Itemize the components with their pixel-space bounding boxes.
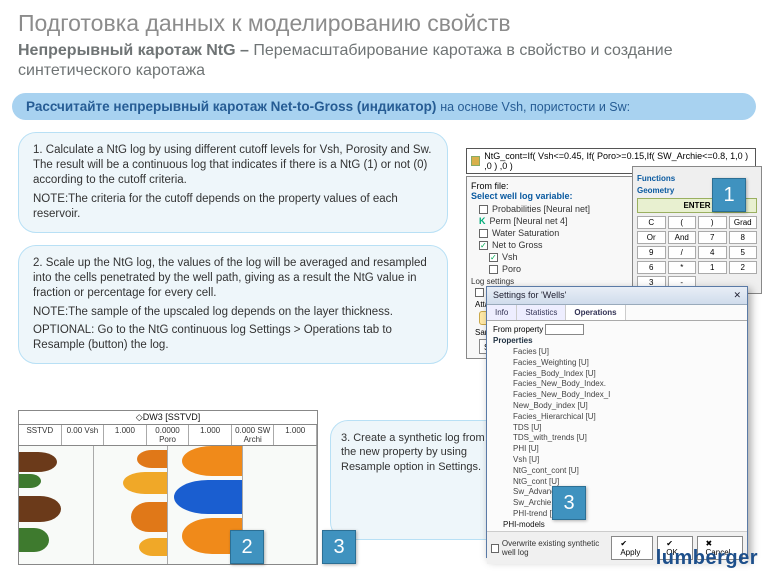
banner-strong: Рассчитайте непрерывный каротаж Net-to-G… <box>26 99 440 114</box>
checkbox-icon[interactable] <box>475 288 484 297</box>
checkbox-icon[interactable] <box>479 205 488 214</box>
page-subtitle: Непрерывный каротаж NtG – Перемасштабиро… <box>18 41 750 81</box>
calc-btn[interactable]: * <box>668 261 697 274</box>
checkbox-icon[interactable] <box>479 241 488 250</box>
calc-btn[interactable]: 8 <box>729 231 758 244</box>
property-tree[interactable]: Facies [U] Facies_Weighting [U] Facies_B… <box>493 347 741 531</box>
instruction-banner: Рассчитайте непрерывный каротаж Net-to-G… <box>12 93 756 120</box>
marker-3a: 3 <box>322 530 356 564</box>
tree-item[interactable]: Sw_Advanced [U] <box>493 487 741 498</box>
log-settings-label: Log settings <box>471 277 637 286</box>
tree-item[interactable]: TDS [U] <box>493 423 741 434</box>
marker-1: 1 <box>712 178 746 212</box>
log-head: ◇DW3 [SSTVD] <box>19 411 317 425</box>
log-row[interactable]: Poro <box>471 263 637 275</box>
calc-btn[interactable]: 6 <box>637 261 666 274</box>
tree-item[interactable]: Facies_Body_Index [U] <box>493 369 741 380</box>
tree-item[interactable]: Vsh [U] <box>493 455 741 466</box>
calc-btn[interactable]: ) <box>698 216 727 229</box>
checkbox-icon[interactable] <box>479 229 488 238</box>
from-property-label: From property <box>493 325 543 334</box>
step2-note: NOTE:The sample of the upscaled log depe… <box>33 305 433 320</box>
marker-2: 2 <box>230 530 264 564</box>
well-log-panel: ◇DW3 [SSTVD] SSTVD 0.00 Vsh 1.000 0.0000… <box>18 410 318 565</box>
properties-section: Properties <box>493 336 741 345</box>
step1-note: NOTE:The criteria for the cutoff depends… <box>33 192 433 222</box>
tree-item[interactable]: Facies_Weighting [U] <box>493 358 741 369</box>
log-row[interactable]: Probabilities [Neural net] <box>471 203 637 215</box>
log-columns: SSTVD 0.00 Vsh 1.000 0.0000 Poro 1.000 0… <box>19 425 317 446</box>
tab-info[interactable]: Info <box>487 305 517 320</box>
calc-btn[interactable]: 2 <box>729 261 758 274</box>
calc-btn[interactable]: 1 <box>698 261 727 274</box>
calc-btn[interactable]: C <box>637 216 666 229</box>
tree-item[interactable]: PHI [U] <box>493 444 741 455</box>
checkbox-icon[interactable] <box>491 544 499 553</box>
settings-title: Settings for 'Wells' <box>493 290 566 301</box>
tab-operations[interactable]: Operations <box>566 305 625 320</box>
settings-titlebar[interactable]: Settings for 'Wells' ✕ <box>487 287 747 305</box>
calc-btn[interactable]: Grad <box>729 216 758 229</box>
calc-btn[interactable]: ( <box>668 216 697 229</box>
log-row[interactable]: Net to Gross <box>471 239 637 251</box>
log-row[interactable]: KPerm [Neural net 4] <box>471 215 637 227</box>
from-file-label: From file: <box>471 181 509 191</box>
settings-window: Settings for 'Wells' ✕ Info Statistics O… <box>486 286 748 558</box>
step2-text: 2. Scale up the NtG log, the values of t… <box>33 257 427 299</box>
banner-light: на основе Vsh, пористости и Sw: <box>440 100 630 114</box>
formula-icon <box>471 156 480 166</box>
calc-btn[interactable]: 4 <box>698 246 727 259</box>
step1-text: 1. Calculate a NtG log by using differen… <box>33 144 431 186</box>
overwrite-checkbox[interactable]: Overwrite existing synthetic well log <box>491 536 607 560</box>
tree-item[interactable]: Facies_New_Body_Index_I <box>493 390 741 401</box>
tree-item[interactable]: NtG_cont [U] <box>493 477 741 488</box>
calc-btn[interactable]: And <box>668 231 697 244</box>
log-row[interactable]: Water Saturation <box>471 227 637 239</box>
step2-box: 2. Scale up the NtG log, the values of t… <box>18 245 448 365</box>
tree-item[interactable]: Facies [U] <box>493 347 741 358</box>
tree-item[interactable]: Sw_Archie [U] <box>493 498 741 509</box>
checkbox-icon[interactable] <box>489 265 498 274</box>
calc-btn[interactable]: 9 <box>637 246 666 259</box>
tree-item[interactable]: PHI-trend [U] <box>493 509 741 520</box>
marker-3b: 3 <box>552 486 586 520</box>
subtitle-strong: Непрерывный каротаж NtG – <box>18 42 253 59</box>
step2-optional: OPTIONAL: Go to the NtG continuous log S… <box>33 323 433 353</box>
calc-btn[interactable]: Or <box>637 231 666 244</box>
checkbox-icon[interactable] <box>489 253 498 262</box>
calc-buttons: C ( ) Grad Or And 7 8 9 / 4 5 6 * 1 2 3 … <box>637 216 757 289</box>
calc-btn[interactable]: 5 <box>729 246 758 259</box>
tree-item[interactable]: TDS_with_trends [U] <box>493 433 741 444</box>
log-row[interactable]: Vsh <box>471 251 637 263</box>
from-property-field[interactable] <box>545 324 583 335</box>
tree-item[interactable]: Facies_New_Body_Index. <box>493 379 741 390</box>
log-tracks: 4350 4375 4400 <box>19 446 317 565</box>
close-icon[interactable]: ✕ <box>733 290 741 301</box>
tab-statistics[interactable]: Statistics <box>517 305 566 320</box>
settings-tabs: Info Statistics Operations <box>487 305 747 321</box>
apply-button[interactable]: ✔ Apply <box>611 536 653 560</box>
well-select-header: Select well log variable: <box>471 191 637 201</box>
tree-group[interactable]: PHI-models <box>493 520 741 531</box>
tree-item[interactable]: Facies_Hierarchical [U] <box>493 412 741 423</box>
tree-item[interactable]: NtG_cont_cont [U] <box>493 466 741 477</box>
calc-btn[interactable]: / <box>668 246 697 259</box>
brand-logo: lumberger <box>656 547 758 570</box>
step1-box: 1. Calculate a NtG log by using differen… <box>18 132 448 233</box>
k-icon: K <box>479 216 486 226</box>
calc-btn[interactable]: 7 <box>698 231 727 244</box>
tree-item[interactable]: New_Body_index [U] <box>493 401 741 412</box>
page-title: Подготовка данных к моделированию свойст… <box>18 10 750 37</box>
